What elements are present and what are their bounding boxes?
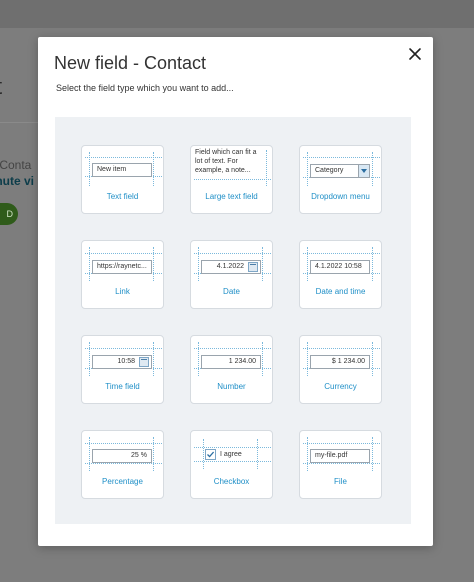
guide-line [257,439,258,469]
calendar-icon [248,262,258,272]
field-type-grid: New item Text field Field which can fit … [55,117,411,524]
guide-line [372,437,373,471]
guide-line [153,247,154,281]
close-icon [409,48,421,60]
guide-line [194,253,271,254]
guide-line [194,179,271,180]
guide-line [262,342,263,376]
preview-textarea: Field which can fit a lot of text. For e… [195,149,257,174]
preview-date-input: 4.1.2022 [201,260,261,274]
new-field-dialog: New field - Contact Select the field typ… [38,37,433,546]
chevron-down-icon [358,165,369,177]
field-type-link[interactable]: https://raynetc... Link [81,240,164,309]
card-label: Currency [324,382,357,391]
card-label: Large text field [205,192,258,201]
card-label: Dropdown menu [311,192,370,201]
checkmark-icon [207,451,215,458]
preview-file-input: my-file.pdf [310,449,370,463]
guide-line [153,152,154,186]
guide-line [153,437,154,471]
preview-datetime-input: 4.1.2022 10:58 [310,260,370,274]
guide-line [89,437,90,471]
guide-line [85,253,162,254]
field-type-time-field[interactable]: 10:58 Time field [81,335,164,404]
background-link-line: inute vi [0,174,35,188]
preview-checkbox [205,449,216,460]
dialog-subtitle: Select the field type which you want to … [56,83,234,93]
background-header [0,0,474,28]
card-label: Number [217,382,246,391]
field-type-date-and-time[interactable]: 4.1.2022 10:58 Date and time [299,240,382,309]
field-type-date[interactable]: 4.1.2022 Date [190,240,273,309]
guide-line [89,152,90,186]
guide-line [89,342,90,376]
preview-number-input: 1 234.00 [201,355,261,369]
guide-line [194,447,271,448]
field-type-large-text-field[interactable]: Field which can fit a lot of text. For e… [190,145,273,214]
guide-line [303,253,380,254]
guide-line [85,157,162,158]
guide-line [307,247,308,281]
guide-line [303,348,380,349]
guide-line [198,342,199,376]
guide-line [203,439,204,469]
guide-line [303,463,380,464]
field-type-number[interactable]: 1 234.00 Number [190,335,273,404]
field-type-checkbox[interactable]: I agree Checkbox [190,430,273,499]
guide-line [307,437,308,471]
guide-line [372,342,373,376]
guide-line [89,247,90,281]
card-label: File [334,477,347,486]
guide-line [85,443,162,444]
guide-line [266,150,267,186]
guide-line [303,443,380,444]
preview-dropdown: Category [310,164,370,178]
background-divider [0,122,38,123]
guide-line [194,348,271,349]
background-text-line: r Conta [0,158,32,172]
field-type-text-field[interactable]: New item Text field [81,145,164,214]
guide-line [85,348,162,349]
card-label: Link [115,287,130,296]
guide-line [307,152,308,186]
card-label: Text field [106,192,139,201]
field-type-currency[interactable]: $ 1 234.00 Currency [299,335,382,404]
card-label: Date and time [315,287,366,296]
preview-link-input: https://raynetc... [92,260,152,274]
clock-icon [139,357,149,367]
guide-line [153,342,154,376]
card-label: Percentage [102,477,143,486]
card-label: Checkbox [213,477,250,486]
guide-line [307,342,308,376]
close-button[interactable] [406,45,424,63]
preview-time-input: 10:58 [92,355,152,369]
preview-currency-input: $ 1 234.00 [310,355,370,369]
card-label: Date [223,287,240,296]
background-heading: t [0,74,2,100]
preview-time-value: 10:58 [117,358,135,365]
field-type-file[interactable]: my-file.pdf File [299,430,382,499]
field-type-percentage[interactable]: 25 % Percentage [81,430,164,499]
preview-date-value: 4.1.2022 [216,263,244,270]
preview-dropdown-value: Category [315,167,344,174]
preview-percentage-input: 25 % [92,449,152,463]
guide-line [194,461,271,462]
guide-line [372,247,373,281]
guide-line [262,247,263,281]
guide-line [198,247,199,281]
guide-line [372,152,373,186]
field-type-dropdown-menu[interactable]: Category Dropdown menu [299,145,382,214]
preview-checkbox-label: I agree [220,451,242,458]
dialog-title: New field - Contact [54,53,207,73]
card-label: Time field [105,382,140,391]
preview-text-input: New item [92,163,152,177]
guide-line [303,157,380,158]
guide-line [85,463,162,464]
